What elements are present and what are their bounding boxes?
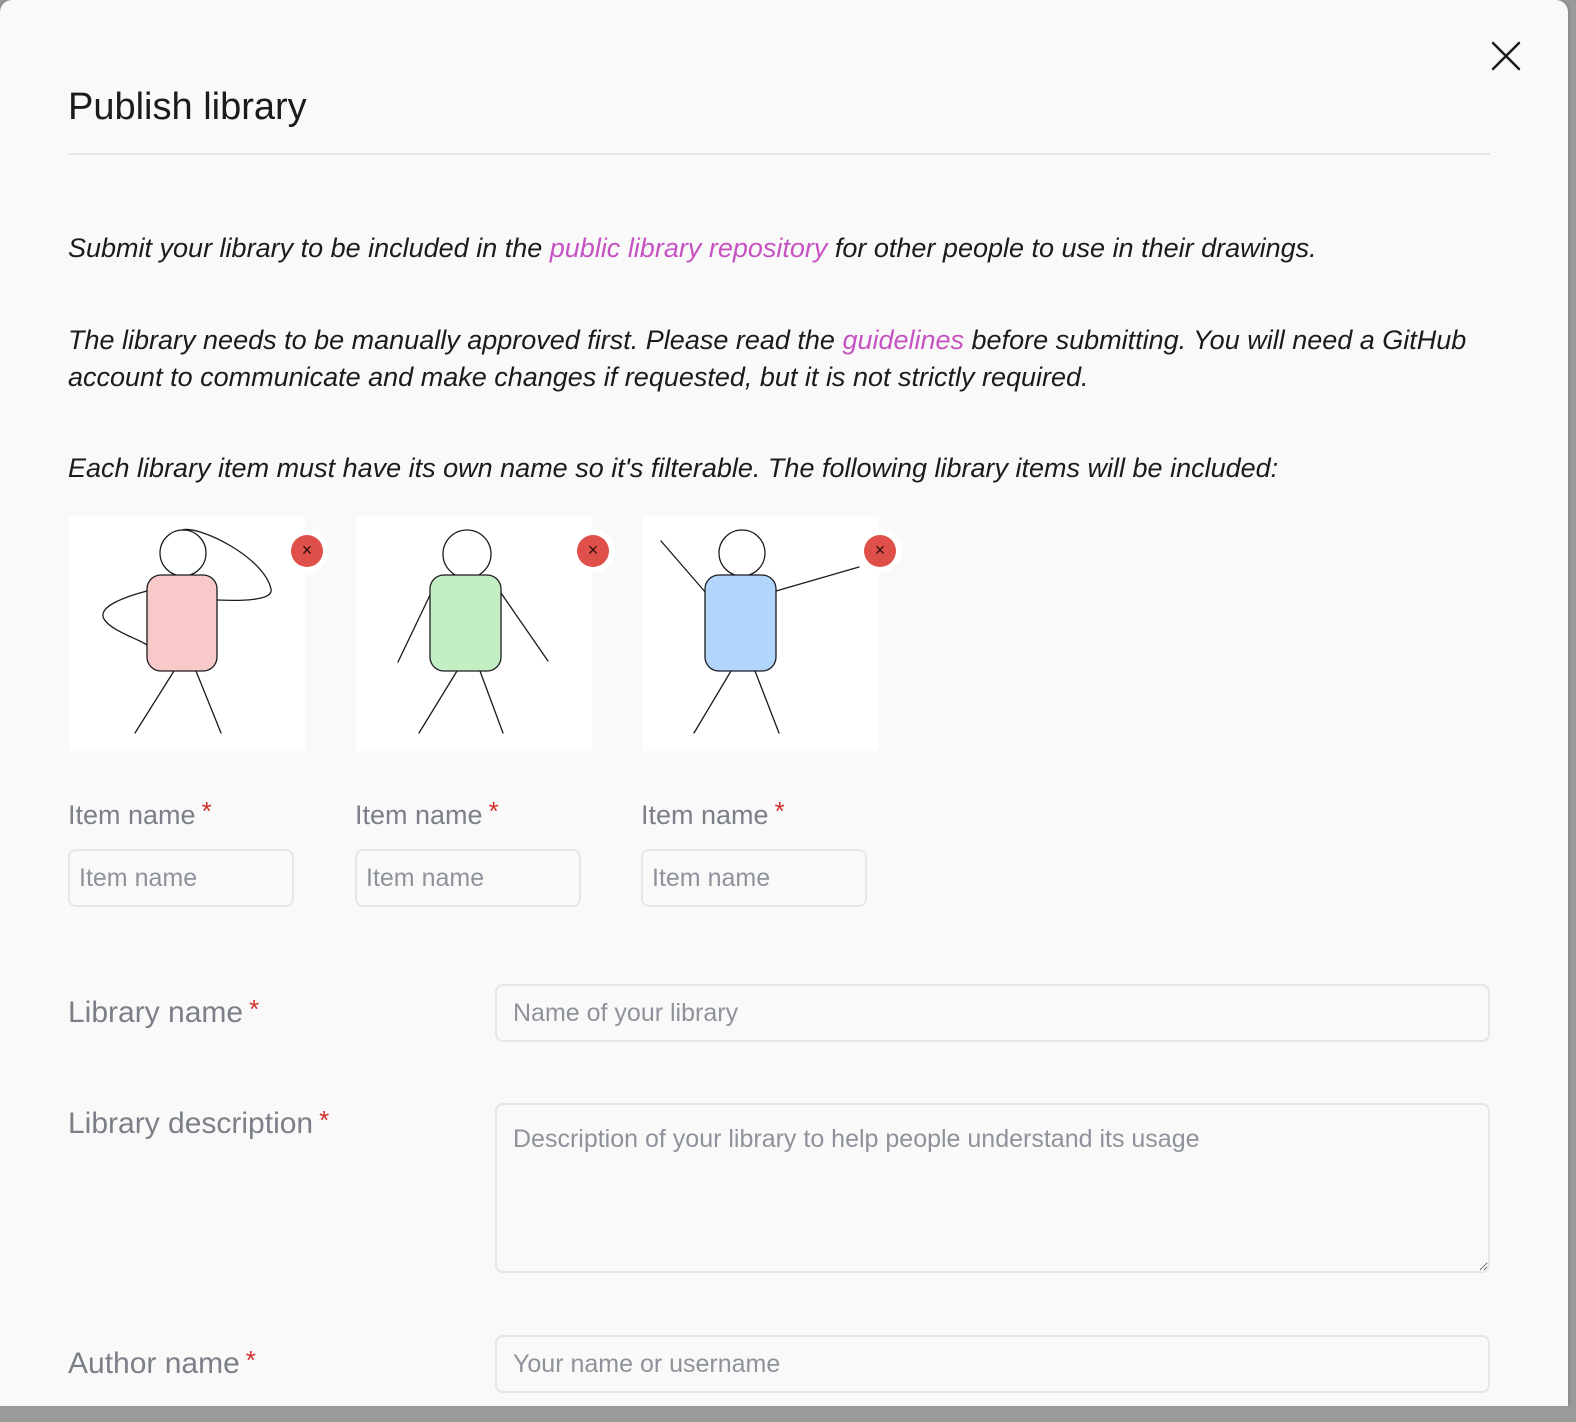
- remove-item-icon[interactable]: ×: [291, 535, 323, 567]
- required-mark: *: [319, 1105, 330, 1135]
- remove-item-icon[interactable]: ×: [577, 535, 609, 567]
- remove-item-icon[interactable]: ×: [864, 535, 896, 567]
- public-library-repository-link[interactable]: public library repository: [550, 233, 828, 263]
- required-mark: *: [245, 1345, 256, 1375]
- author-name-input[interactable]: [495, 1335, 1490, 1393]
- close-icon[interactable]: [1488, 38, 1524, 74]
- item-name-label: Item name *: [355, 796, 499, 833]
- library-name-input[interactable]: [495, 984, 1490, 1042]
- item-name-label: Item name *: [68, 796, 212, 833]
- library-item-preview: ×: [643, 517, 896, 751]
- item-name-input[interactable]: [641, 849, 867, 907]
- stick-figure-arms-down: [397, 529, 549, 734]
- author-name-label-text: Author name: [68, 1347, 240, 1380]
- item-name-label-text: Item name: [641, 800, 769, 830]
- intro-paragraph-3: Each library item must have its own name…: [68, 453, 1279, 483]
- item-name-label-text: Item name: [355, 800, 483, 830]
- title-divider: [68, 153, 1490, 155]
- library-item-preview: ×: [356, 517, 609, 751]
- intro-paragraph-1: Submit your library to be included in th…: [68, 230, 1468, 267]
- required-mark: *: [249, 994, 260, 1024]
- required-mark: *: [201, 796, 212, 826]
- required-mark: *: [774, 796, 785, 826]
- library-item-preview: ×: [69, 517, 323, 751]
- library-description-textarea[interactable]: [495, 1103, 1490, 1273]
- required-mark: *: [488, 796, 499, 826]
- intro-text: Submit your library to be included in th…: [68, 233, 550, 263]
- backdrop-strip: [0, 1406, 1576, 1422]
- guidelines-link[interactable]: guidelines: [842, 325, 964, 355]
- intro-text: for other people to use in their drawing…: [827, 233, 1317, 263]
- library-name-label-text: Library name: [68, 996, 244, 1029]
- intro-paragraph-2: The library needs to be manually approve…: [68, 322, 1468, 396]
- item-name-input[interactable]: [355, 849, 581, 907]
- publish-library-dialog: Publish library Submit your library to b…: [0, 0, 1568, 1406]
- library-description-label: Library description *: [68, 1104, 329, 1144]
- item-name-label: Item name *: [641, 796, 785, 833]
- intro-text: The library needs to be manually approve…: [68, 325, 843, 355]
- stick-figure-hand-on-head: [102, 528, 272, 734]
- dialog-title: Publish library: [68, 86, 307, 128]
- item-name-label-text: Item name: [68, 800, 196, 830]
- library-name-label: Library name *: [68, 993, 259, 1033]
- stick-figure-arms-raised: [660, 529, 860, 734]
- item-body-shape: [429, 574, 502, 672]
- author-name-label: Author name *: [68, 1344, 256, 1384]
- item-name-input[interactable]: [68, 849, 294, 907]
- item-body-shape: [146, 574, 218, 672]
- item-body-shape: [704, 574, 777, 672]
- library-description-label-text: Library description: [68, 1107, 314, 1140]
